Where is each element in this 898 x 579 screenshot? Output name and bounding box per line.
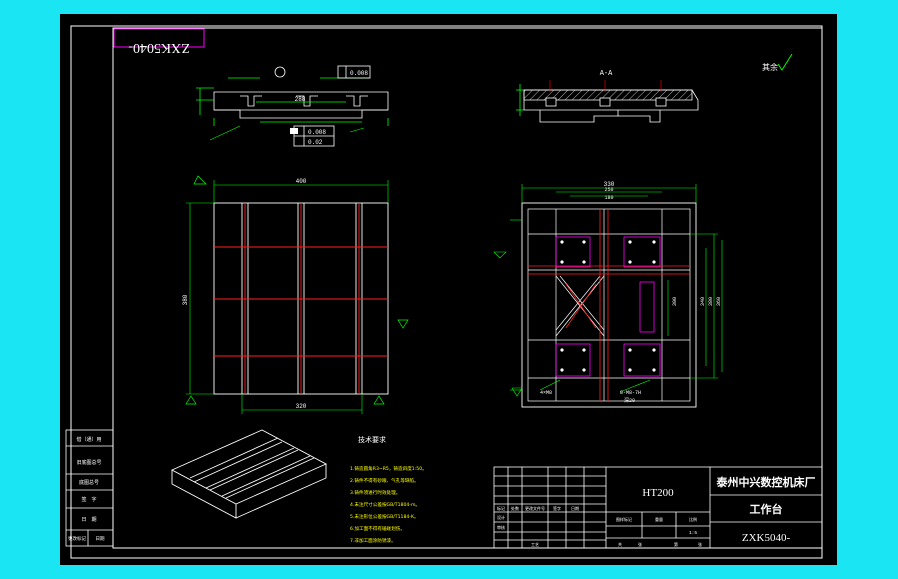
gdt-perp: 0.008 <box>308 129 326 136</box>
cad-drawing: ZXK5040- 其余 0.008 0.008 0.02 288 A-A 400… <box>60 14 837 565</box>
gdt-parallel: 0.02 <box>308 139 323 146</box>
dim-left: 380 <box>182 294 189 305</box>
left-row-4: 签 字 <box>81 496 96 503</box>
front-mid-dim: 288 <box>295 96 306 103</box>
drawing-viewport[interactable]: ZXK5040- 其余 0.008 0.008 0.02 288 A-A 400… <box>0 0 898 579</box>
plan-dim-right-a: 380 <box>708 297 714 306</box>
tech-line-7: 7.非加工面涂防锈漆。 <box>350 537 396 544</box>
note-depth: 深20 <box>624 397 635 404</box>
part-name: 工作台 <box>750 502 783 516</box>
header-label-3: 比例 <box>689 516 697 522</box>
dim-top: 400 <box>296 178 307 185</box>
small-label-5: 日期 <box>571 505 579 511</box>
left-row-3: 底图总号 <box>79 479 99 486</box>
sheet-label-2: 张 <box>638 541 642 547</box>
left-row-2: 旧底图总号 <box>76 459 101 466</box>
tech-line-6: 6.加工面不得有磕碰划伤。 <box>350 525 405 532</box>
row-label-3: 工艺 <box>531 542 539 547</box>
gdt-flatness: 0.008 <box>350 70 368 77</box>
small-label-2: 处数 <box>511 505 519 511</box>
row-label-1: 设计 <box>497 514 505 520</box>
plan-dim-right-c: 340 <box>700 297 706 306</box>
tech-line-4: 4.未注尺寸公差按GB/T1804-m。 <box>350 501 420 508</box>
plan-dim-right-d: 300 <box>672 297 678 306</box>
plan-dim-second: 250 <box>604 187 613 193</box>
tech-line-3: 3.铸件须进行时效处理。 <box>350 489 400 496</box>
note-slot: 8-M8-7H <box>620 390 641 396</box>
sheet-label-4: 张 <box>698 541 702 547</box>
left-row-1: 借（通）用 <box>76 436 101 443</box>
sheet-label-3: 第 <box>674 541 678 547</box>
header-label-1: 图样标记 <box>616 516 632 522</box>
scale: 1:5 <box>689 530 697 536</box>
sheet-label-1: 共 <box>618 541 622 547</box>
tech-requirements-title: 技术要求 <box>358 435 386 444</box>
small-label-4: 签字 <box>553 505 561 511</box>
section-label: A-A <box>600 70 613 78</box>
dim-bottom: 320 <box>296 403 307 410</box>
small-label-3: 更改文件号 <box>525 505 545 511</box>
tech-line-1: 1.铸造圆角R3~R5，铸造斜度1:50。 <box>350 465 427 472</box>
tech-line-5: 5.未注形位公差按GB/T1184-K。 <box>350 513 419 520</box>
plan-dim-third: 180 <box>604 195 613 201</box>
drawing-no: ZXK5040- <box>742 532 791 544</box>
left-row-5: 日 期 <box>81 517 96 523</box>
tech-line-2: 2.铸件不得有砂眼、气孔等缺陷。 <box>350 477 419 484</box>
left-bottom-2: 日期 <box>96 536 105 542</box>
note-holes: 4×M8 <box>540 390 552 396</box>
row-label-2: 审核 <box>497 524 505 530</box>
material: HT200 <box>642 487 674 499</box>
corner-code: ZXK5040- <box>128 40 190 55</box>
plan-dim-right-b: 360 <box>716 297 722 306</box>
company: 泰州中兴数控机床厂 <box>716 475 816 489</box>
header-label-2: 重量 <box>655 516 663 522</box>
roughness-note: 其余 <box>762 62 778 72</box>
left-bottom-1: 更改标记 <box>68 535 86 542</box>
small-label-1: 标记 <box>497 505 505 511</box>
